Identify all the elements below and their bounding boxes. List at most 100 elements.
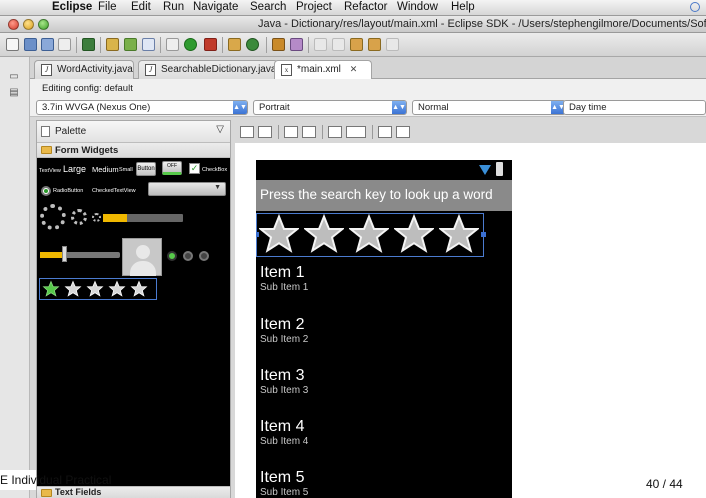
java-file-icon: J <box>41 64 52 76</box>
menu-help[interactable]: Help <box>451 1 475 13</box>
dock-mode-select[interactable]: Normal ▲▼ <box>412 100 566 115</box>
night-mode-select[interactable]: Day time <box>563 100 706 115</box>
radio-group-dot-selected[interactable] <box>167 251 177 261</box>
layout-horizontal-icon[interactable] <box>240 126 254 138</box>
new-class-icon[interactable] <box>228 38 241 51</box>
seekbar-thumb[interactable] <box>62 246 67 262</box>
outline-view-icon[interactable]: ▤ <box>8 87 20 99</box>
align-top-icon[interactable] <box>396 126 410 138</box>
fill-width-icon[interactable] <box>284 126 298 138</box>
checkbox-checked-icon[interactable]: ✓ <box>189 163 200 174</box>
dock-mode-select-value: Normal <box>418 102 449 113</box>
next-annotation-icon[interactable] <box>314 38 327 51</box>
orientation-select[interactable]: Portrait ▲▼ <box>253 100 407 115</box>
star-icon <box>259 214 299 253</box>
checkbox-widget[interactable]: CheckBox <box>202 167 227 173</box>
close-tab-icon[interactable]: ✕ <box>350 64 358 74</box>
minimize-window-button[interactable] <box>23 19 34 30</box>
form-widgets-drawer[interactable]: Form Widgets <box>37 143 230 158</box>
drawer-label: Form Widgets <box>55 145 119 156</box>
menu-run[interactable]: Run <box>163 1 184 13</box>
list-item[interactable]: Item 1 Sub Item 1 <box>260 264 308 293</box>
chevron-down-icon[interactable]: ▽ <box>216 124 224 135</box>
chevron-down-icon: ▲▼ <box>392 101 406 114</box>
last-edit-icon[interactable] <box>350 38 363 51</box>
selection-handle-left[interactable] <box>256 232 259 237</box>
button-widget[interactable]: Button <box>136 162 156 176</box>
menu-refactor[interactable]: Refactor <box>344 1 387 13</box>
run-icon[interactable] <box>184 38 197 51</box>
list-item[interactable]: Item 2 Sub Item 2 <box>260 316 308 345</box>
horizontal-progress-bar[interactable] <box>103 214 183 222</box>
new-file-icon[interactable] <box>6 38 19 51</box>
avatar-body <box>130 261 156 276</box>
imageview-widget[interactable] <box>122 238 162 276</box>
align-left-icon[interactable] <box>378 126 392 138</box>
checked-textview-widget[interactable]: CheckedTextView <box>92 188 136 194</box>
large-progress-spinner[interactable] <box>40 204 66 230</box>
toggle-button-widget[interactable]: OFF <box>162 161 182 175</box>
menu-search[interactable]: Search <box>250 1 286 13</box>
spinner-widget[interactable]: ▼ <box>148 182 226 196</box>
rating-bar[interactable] <box>256 213 484 257</box>
radio-group-dot[interactable] <box>183 251 193 261</box>
debug-icon[interactable] <box>166 38 179 51</box>
small-text-widget[interactable]: Small <box>119 167 133 173</box>
back-icon[interactable] <box>368 38 381 51</box>
list-item-title: Item 1 <box>260 264 305 281</box>
list-item[interactable]: Item 5 Sub Item 5 <box>260 469 308 498</box>
previous-annotation-icon[interactable] <box>332 38 345 51</box>
print-icon[interactable] <box>58 38 71 51</box>
window-title: Java - Dictionary/res/layout/main.xml - … <box>258 18 706 30</box>
textview-widget[interactable]: TextView <box>39 168 61 174</box>
main-toolbar <box>0 33 706 57</box>
android-sdk-icon[interactable] <box>82 38 95 51</box>
small-progress-spinner[interactable] <box>92 213 101 222</box>
battery-icon <box>496 162 503 176</box>
star-icon <box>42 280 60 297</box>
menu-file[interactable]: File <box>98 1 117 13</box>
tab-word-activity[interactable]: J WordActivity.java <box>34 60 134 79</box>
search-hint: Press the search key to look up a word <box>256 180 512 211</box>
new-package-icon[interactable] <box>246 38 259 51</box>
medium-text-widget[interactable]: Medium <box>92 165 119 174</box>
list-item-title: Item 2 <box>260 316 305 333</box>
search-icon[interactable] <box>290 38 303 51</box>
menu-project[interactable]: Project <box>296 1 332 13</box>
tab-label: WordActivity.java <box>57 64 133 75</box>
seekbar-widget[interactable] <box>40 252 120 258</box>
open-type-icon[interactable] <box>272 38 285 51</box>
status-menu-icon[interactable] <box>690 2 700 12</box>
zoom-menu-icon[interactable] <box>346 126 366 138</box>
new-android-project-icon[interactable] <box>124 38 137 51</box>
tab-main-xml[interactable]: x *main.xml ✕ <box>274 60 372 80</box>
tab-searchable-dictionary[interactable]: J SearchableDictionary.java <box>138 60 278 79</box>
progress-spinner[interactable] <box>71 209 87 225</box>
menu-edit[interactable]: Edit <box>131 1 151 13</box>
external-tools-icon[interactable] <box>204 38 217 51</box>
large-text-widget[interactable]: Large <box>63 164 86 174</box>
zoom-fit-icon[interactable] <box>328 126 342 138</box>
save-all-icon[interactable] <box>41 38 54 51</box>
new-project-icon[interactable] <box>106 38 119 51</box>
radio-group-dot[interactable] <box>199 251 209 261</box>
save-icon[interactable] <box>24 38 37 51</box>
layout-vertical-icon[interactable] <box>258 126 272 138</box>
list-item-title: Item 4 <box>260 418 305 435</box>
list-item[interactable]: Item 3 Sub Item 3 <box>260 367 308 396</box>
list-item[interactable]: Item 4 Sub Item 4 <box>260 418 308 447</box>
avatar-head <box>136 245 150 259</box>
device-select[interactable]: 3.7in WVGA (Nexus One) ▲▼ <box>36 100 248 115</box>
radio-button-widget[interactable]: RadioButton <box>53 188 83 194</box>
fill-height-icon[interactable] <box>302 126 316 138</box>
close-window-button[interactable] <box>8 19 19 30</box>
menu-window[interactable]: Window <box>397 1 438 13</box>
text-fields-drawer[interactable]: Text Fields <box>37 486 230 498</box>
menu-eclipse[interactable]: Eclipse <box>52 1 92 13</box>
selection-handle-right[interactable] <box>481 232 486 237</box>
restore-icon[interactable]: ▭ <box>8 71 20 83</box>
zoom-window-button[interactable] <box>38 19 49 30</box>
new-xml-icon[interactable] <box>142 38 155 51</box>
menu-navigate[interactable]: Navigate <box>193 1 238 13</box>
forward-icon[interactable] <box>386 38 399 51</box>
